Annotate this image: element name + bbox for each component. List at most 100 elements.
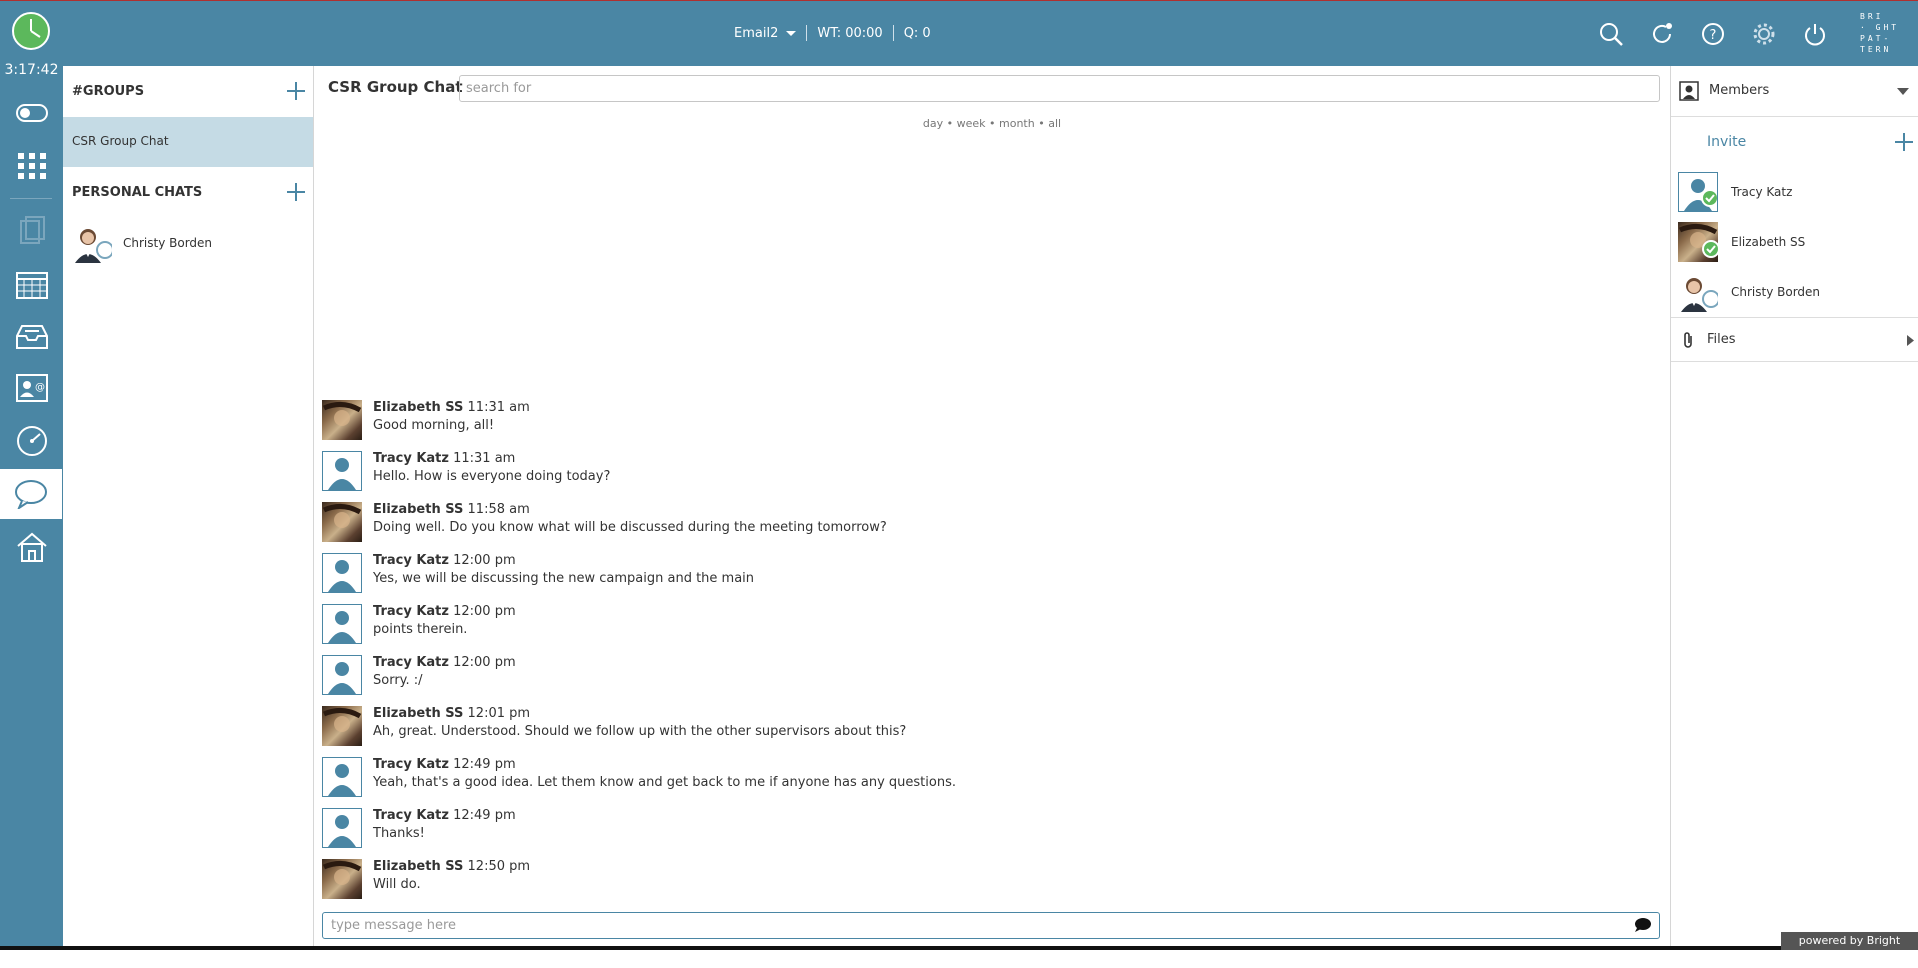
logo-line: BRI bbox=[1860, 12, 1884, 21]
message-meta: Tracy Katz 12:49 pm bbox=[373, 757, 956, 772]
message-meta: Elizabeth SS 12:50 pm bbox=[373, 859, 530, 874]
history-filter[interactable]: day • week • month • all bbox=[314, 117, 1670, 130]
document-icon[interactable] bbox=[0, 206, 63, 256]
svg-text:@: @ bbox=[35, 382, 45, 393]
add-personal-chat-icon[interactable] bbox=[287, 183, 305, 201]
chevron-down-icon[interactable] bbox=[786, 30, 797, 36]
avatar bbox=[322, 655, 362, 695]
message-meta: Tracy Katz 12:00 pm bbox=[373, 604, 516, 619]
message-text: Good morning, all! bbox=[373, 418, 495, 433]
avatar bbox=[322, 451, 362, 491]
message-text: Yes, we will be discussing the new campa… bbox=[373, 571, 755, 586]
chevron-right-icon[interactable] bbox=[1907, 335, 1914, 346]
help-icon[interactable]: ? bbox=[1700, 21, 1726, 47]
message-input[interactable]: type message here bbox=[322, 912, 1660, 939]
avatar bbox=[1678, 222, 1718, 262]
group-item-label: CSR Group Chat bbox=[72, 134, 169, 148]
message-author: Elizabeth SS bbox=[373, 400, 464, 415]
wait-time: WT: 00:00 bbox=[817, 25, 883, 41]
message-time: 12:50 pm bbox=[467, 859, 531, 874]
message-author: Elizabeth SS bbox=[373, 859, 464, 874]
avatar bbox=[322, 706, 362, 746]
chevron-down-icon[interactable] bbox=[1897, 88, 1909, 96]
message-time: 12:00 pm bbox=[453, 655, 516, 670]
send-chat-icon[interactable] bbox=[1634, 917, 1652, 933]
message-time: 12:49 pm bbox=[453, 808, 516, 823]
agent-clock: 3:17:42 bbox=[4, 62, 59, 78]
member-item[interactable]: Elizabeth SS bbox=[1678, 222, 1805, 262]
message-author: Elizabeth SS bbox=[373, 502, 464, 517]
member-item[interactable]: Tracy Katz bbox=[1678, 172, 1792, 212]
presence-online-icon bbox=[1701, 189, 1717, 207]
group-item-csr-group-chat[interactable]: CSR Group Chat bbox=[63, 117, 313, 167]
status-selector[interactable]: Email2 bbox=[734, 26, 778, 41]
message-meta: Elizabeth SS 12:01 pm bbox=[373, 706, 906, 721]
message-text: Ah, great. Understood. Should we follow … bbox=[373, 724, 907, 739]
add-group-icon[interactable] bbox=[287, 82, 305, 100]
chat-message: Elizabeth SS 12:01 pm Ah, great. Understo… bbox=[322, 706, 906, 746]
calendar-icon[interactable] bbox=[0, 259, 63, 309]
avatar bbox=[322, 502, 362, 542]
files-section[interactable]: Files bbox=[1671, 317, 1918, 362]
chat-message: Elizabeth SS 11:58 am Doing well. Do you … bbox=[322, 502, 887, 542]
chat-message: Tracy Katz 12:49 pm Thanks! bbox=[322, 808, 516, 848]
chat-message: Tracy Katz 12:00 pm Yes, we will be discu… bbox=[322, 553, 754, 593]
message-author: Tracy Katz bbox=[373, 757, 449, 772]
message-meta: Tracy Katz 12:49 pm bbox=[373, 808, 516, 823]
gear-icon[interactable] bbox=[1751, 21, 1777, 47]
divider bbox=[10, 198, 52, 199]
refresh-notification-icon[interactable] bbox=[1649, 21, 1675, 47]
power-icon[interactable] bbox=[1802, 21, 1828, 47]
message-time: 12:49 pm bbox=[453, 757, 516, 772]
avatar bbox=[322, 553, 362, 593]
message-author: Tracy Katz bbox=[373, 655, 449, 670]
logo-line: TERN bbox=[1860, 45, 1892, 54]
members-header[interactable]: Members bbox=[1671, 66, 1918, 117]
contact-card-icon[interactable]: @ bbox=[0, 363, 63, 413]
avatar bbox=[72, 223, 112, 263]
paperclip-icon bbox=[1684, 332, 1692, 348]
bright-pattern-logo: BRI · GHT PAT- TERN bbox=[1860, 11, 1910, 55]
message-time: 11:31 am bbox=[453, 451, 516, 466]
member-name: Elizabeth SS bbox=[1731, 235, 1806, 249]
invite-link[interactable]: Invite bbox=[1707, 134, 1746, 150]
person-icon bbox=[1679, 81, 1699, 101]
chat-message: Tracy Katz 12:00 pm Sorry. :/ bbox=[322, 655, 516, 695]
message-time: 12:00 pm bbox=[453, 604, 516, 619]
bottom-border bbox=[0, 946, 1781, 950]
message-meta: Elizabeth SS 11:31 am bbox=[373, 400, 530, 415]
message-time: 12:01 pm bbox=[467, 706, 531, 721]
search-icon[interactable] bbox=[1598, 21, 1624, 47]
search-input[interactable]: search for bbox=[459, 75, 1660, 102]
message-time: 12:00 pm bbox=[453, 553, 516, 568]
chat-icon[interactable] bbox=[0, 469, 62, 519]
message-author: Tracy Katz bbox=[373, 553, 449, 568]
home-icon[interactable] bbox=[0, 522, 63, 572]
message-text: Will do. bbox=[373, 877, 421, 892]
avatar bbox=[1678, 272, 1718, 312]
clock-icon[interactable] bbox=[11, 11, 51, 51]
chat-list-panel: #GROUPS CSR Group Chat PERSONAL CHATS Ch… bbox=[63, 66, 314, 950]
presence-offline-icon bbox=[1702, 290, 1718, 308]
message-author: Tracy Katz bbox=[373, 451, 449, 466]
member-item[interactable]: Christy Borden bbox=[1678, 272, 1820, 312]
invite-add-icon[interactable] bbox=[1895, 133, 1913, 151]
inbox-icon[interactable] bbox=[0, 311, 63, 361]
chat-message: Tracy Katz 12:49 pm Yeah, that's a good i… bbox=[322, 757, 956, 797]
avatar bbox=[322, 400, 362, 440]
member-name: Christy Borden bbox=[1731, 285, 1821, 299]
powered-by-badge: powered by Bright Pattern bbox=[1781, 932, 1918, 965]
avatar bbox=[322, 808, 362, 848]
presence-online-icon bbox=[1702, 240, 1718, 258]
message-placeholder: type message here bbox=[331, 918, 457, 933]
groups-header: #GROUPS bbox=[72, 84, 145, 99]
avatar bbox=[322, 859, 362, 899]
personal-chat-christy-borden[interactable]: Christy Borden bbox=[72, 223, 212, 263]
toggle-icon[interactable] bbox=[0, 88, 63, 138]
dialpad-icon[interactable] bbox=[0, 141, 63, 191]
avatar bbox=[1678, 172, 1718, 212]
message-meta: Elizabeth SS 11:58 am bbox=[373, 502, 887, 517]
message-author: Tracy Katz bbox=[373, 604, 449, 619]
chat-message: Elizabeth SS 11:31 am Good morning, all! bbox=[322, 400, 530, 440]
dashboard-icon[interactable] bbox=[0, 416, 63, 466]
